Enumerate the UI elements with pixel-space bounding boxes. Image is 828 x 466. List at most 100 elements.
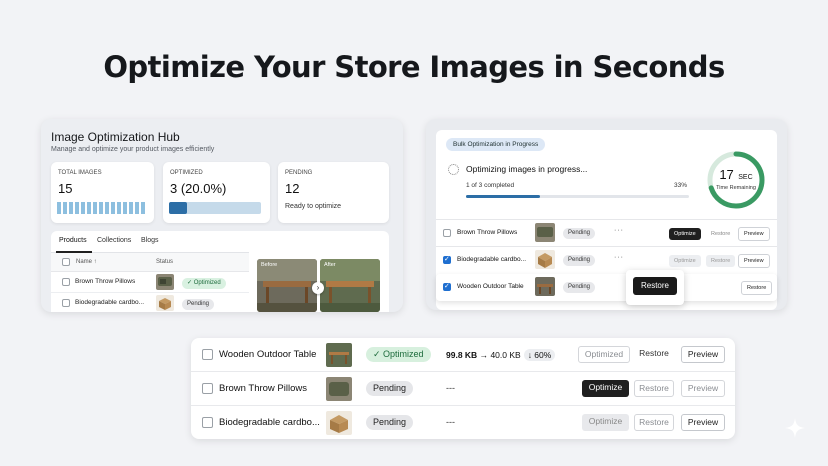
size-after: 40.0 KB <box>490 350 521 360</box>
table-row[interactable]: Brown Throw Pillows ✓ Optimized <box>51 272 249 293</box>
bulk-row[interactable]: Wooden Outdoor Table Pending Restore <box>436 274 777 301</box>
restore-button[interactable]: Restore <box>741 281 773 295</box>
arrow-right-icon: → <box>479 350 489 360</box>
restore-button[interactable]: Restore <box>634 346 674 363</box>
optimize-button[interactable]: Optimize <box>669 228 701 240</box>
status-badge: Pending <box>366 381 414 396</box>
row-checkbox[interactable] <box>202 417 213 428</box>
progress-count: 1 of 3 completed <box>466 182 515 189</box>
box-thumbnail <box>156 295 174 311</box>
table-header: Name ↑ Status <box>51 253 249 272</box>
page-headline: Optimize Your Store Images in Seconds <box>103 50 725 84</box>
tab-collections[interactable]: Collections <box>97 237 131 244</box>
progress-percent: 33% <box>674 182 688 189</box>
hub-subtitle: Manage and optimize your product images … <box>51 146 215 153</box>
size-savings: 99.8 KB → 40.0 KB ↓ 60% <box>446 349 556 361</box>
pillow-thumbnail <box>156 274 174 290</box>
row-name: Biodegradable cardbo... <box>457 256 527 263</box>
sparkle-icon <box>785 418 805 438</box>
size-before: 99.8 KB <box>446 350 478 360</box>
row-name: Biodegradable cardbo... <box>75 299 145 306</box>
bulk-status-badge: Bulk Optimization in Progress <box>446 138 546 151</box>
timer-readout: 17 SEC Time Remaining <box>706 166 766 191</box>
optimized-button[interactable]: Optimized <box>578 346 630 363</box>
row-checkbox[interactable] <box>62 299 70 307</box>
timer-unit: SEC <box>738 174 753 181</box>
chevron-right-icon[interactable]: › <box>312 282 324 294</box>
list-item[interactable]: Biodegradable cardbo... Pending --- Opti… <box>191 406 735 439</box>
optimize-button[interactable]: Optimize <box>669 255 701 267</box>
bulk-optimization-card: Bulk Optimization in Progress Optimizing… <box>426 119 787 310</box>
row-checkbox[interactable] <box>443 229 451 237</box>
status-badge: ✓ Optimized <box>182 278 226 289</box>
table-thumbnail <box>535 277 555 296</box>
after-image: After <box>320 259 380 312</box>
stat-value: 15 <box>58 181 73 196</box>
column-status: Status <box>156 259 174 265</box>
savings-badge: ↓ 60% <box>523 349 556 361</box>
preview-button[interactable]: Preview <box>681 346 725 363</box>
restore-popover-button[interactable]: Restore <box>633 277 677 295</box>
preview-button[interactable]: Preview <box>681 380 725 397</box>
list-item[interactable]: Brown Throw Pillows Pending --- Optimize… <box>191 372 735 406</box>
restore-button[interactable]: Restore <box>634 380 674 397</box>
optimize-button[interactable]: Optimize <box>582 414 629 431</box>
row-name: Brown Throw Pillows <box>75 278 136 285</box>
optimization-hub-card: Image Optimization Hub Manage and optimi… <box>41 119 403 312</box>
preview-button[interactable]: Preview <box>738 227 770 241</box>
restore-button[interactable]: Restore <box>706 255 736 267</box>
stat-label: OPTIMIZED <box>170 170 203 176</box>
restore-button[interactable]: Restore <box>706 228 735 240</box>
status-badge: Pending <box>563 228 596 239</box>
tab-products[interactable]: Products <box>59 237 87 244</box>
bulk-row[interactable]: Biodegradable cardbo... Pending ··· Opti… <box>436 246 777 273</box>
row-checkbox[interactable] <box>443 255 451 264</box>
empty-savings: --- <box>446 417 455 427</box>
list-item[interactable]: Wooden Outdoor Table ✓ Optimized 99.8 KB… <box>191 338 735 372</box>
box-thumbnail <box>535 250 555 269</box>
status-badge: Pending <box>182 299 215 310</box>
bulk-panel: Bulk Optimization in Progress Optimizing… <box>436 130 777 310</box>
row-checkbox[interactable] <box>202 383 213 394</box>
stat-value: 12 <box>285 181 300 196</box>
row-name: Brown Throw Pillows <box>457 229 518 236</box>
row-name: Biodegradable cardbo... <box>219 417 320 428</box>
row-checkbox[interactable] <box>202 349 213 360</box>
restore-button[interactable]: Restore <box>634 414 674 431</box>
pending-note: Ready to optimize <box>285 203 342 210</box>
spinner-icon <box>448 164 459 175</box>
preview-button[interactable]: Preview <box>738 254 770 268</box>
before-image: Before <box>257 259 317 312</box>
bulk-row[interactable]: Brown Throw Pillows Pending ··· Optimize… <box>436 219 777 246</box>
tab-blogs[interactable]: Blogs <box>141 237 159 244</box>
select-all-checkbox[interactable] <box>62 258 70 266</box>
pillow-thumbnail <box>535 223 555 242</box>
timer-label: Time Remaining <box>716 185 756 191</box>
empty-savings: ··· <box>614 254 624 261</box>
stat-label: TOTAL IMAGES <box>58 170 102 176</box>
row-checkbox[interactable] <box>443 282 451 291</box>
row-name: Brown Throw Pillows <box>219 383 307 394</box>
table-thumbnail <box>326 343 352 367</box>
optimize-button[interactable]: Optimize <box>582 380 629 397</box>
table-row[interactable]: Biodegradable cardbo... Pending <box>51 293 249 312</box>
stat-value: 3 (20.0%) <box>170 181 227 196</box>
box-thumbnail <box>326 411 352 435</box>
row-checkbox[interactable] <box>62 278 70 286</box>
status-badge: Pending <box>366 415 414 430</box>
stat-total-images: TOTAL IMAGES 15 <box>51 162 154 223</box>
hub-product-table: Products Collections Blogs Name ↑ Status… <box>51 231 389 312</box>
status-badge: Pending <box>563 282 596 293</box>
status-badge: ✓ Optimized <box>366 347 431 362</box>
before-after-preview[interactable]: Before After › <box>257 259 381 312</box>
product-list-card: Wooden Outdoor Table ✓ Optimized 99.8 KB… <box>191 338 735 439</box>
column-name[interactable]: Name ↑ <box>76 259 97 265</box>
restore-popover: Restore <box>626 270 684 305</box>
pillow-thumbnail <box>326 377 352 401</box>
empty-savings: ··· <box>614 227 624 234</box>
status-badge: Pending <box>563 255 596 266</box>
total-segment-bar <box>57 202 146 214</box>
progress-bar <box>466 195 689 198</box>
row-name: Wooden Outdoor Table <box>219 349 317 360</box>
preview-button[interactable]: Preview <box>681 414 725 431</box>
